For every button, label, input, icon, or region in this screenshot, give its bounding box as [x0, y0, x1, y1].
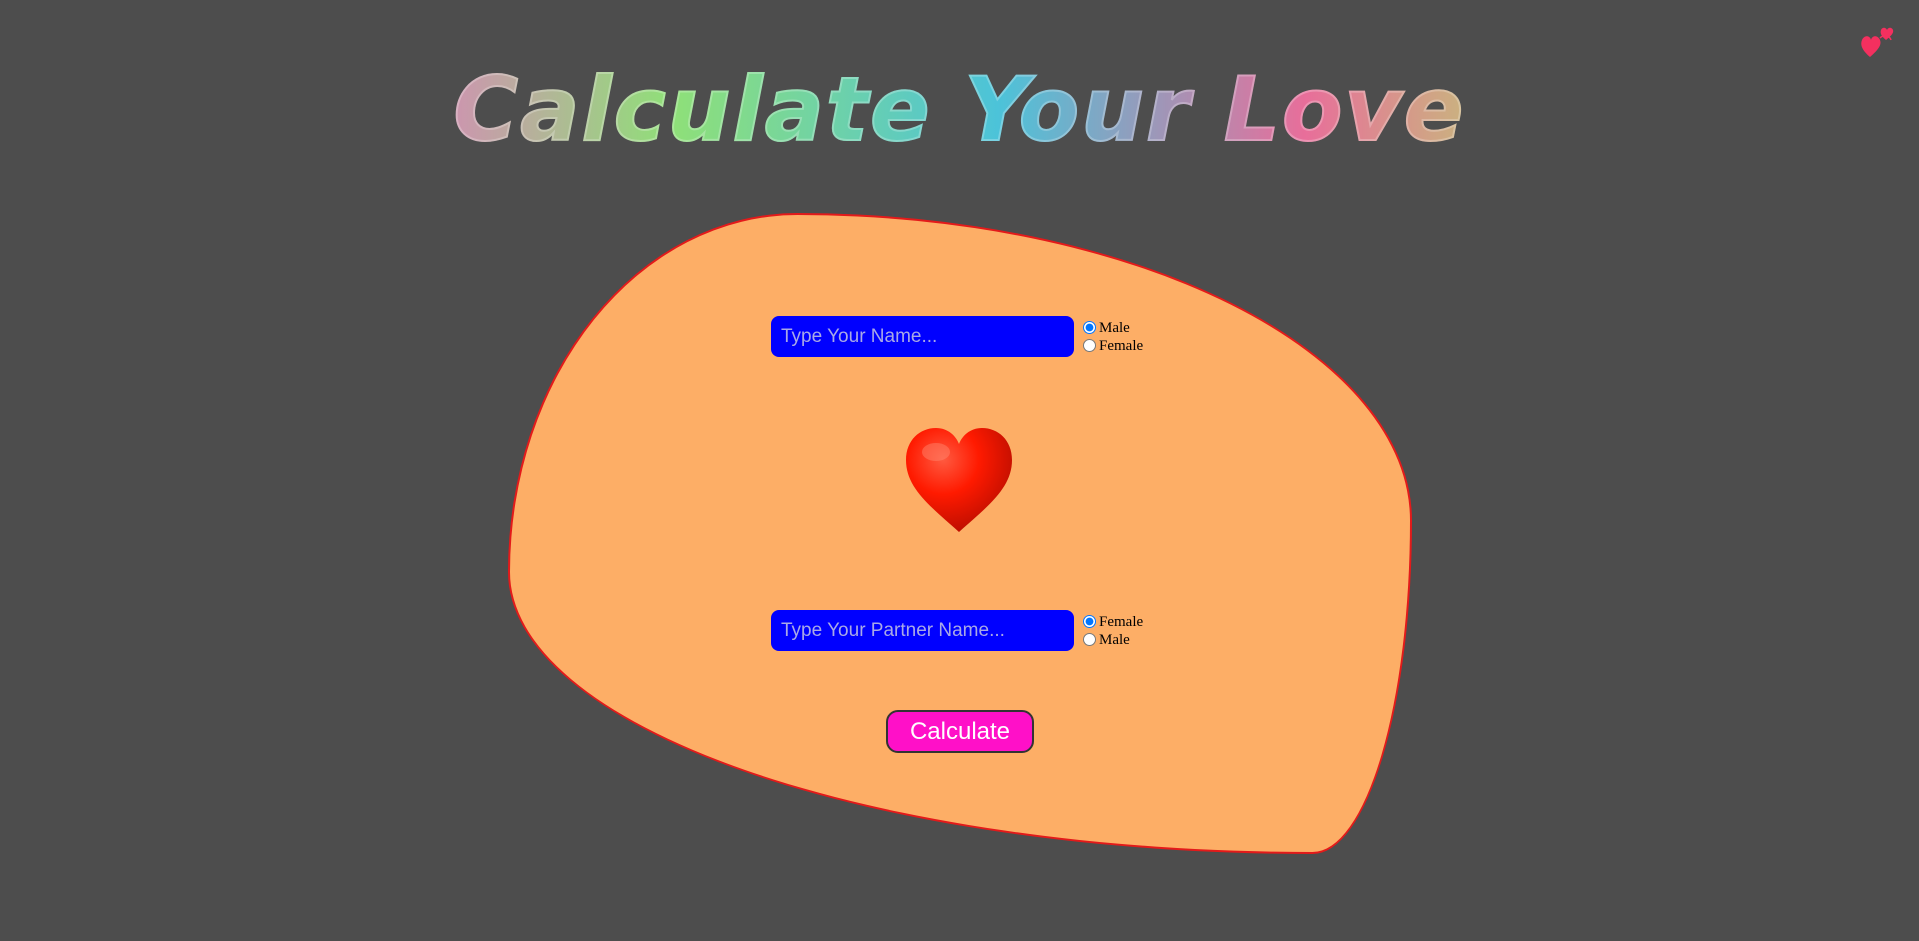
heart-icon [906, 428, 1012, 532]
your-name-input[interactable] [771, 316, 1074, 357]
radio-label: Male [1099, 631, 1130, 648]
your-gender-option-male[interactable]: Male [1083, 319, 1143, 337]
radio-label: Male [1099, 319, 1130, 336]
your-gender-male-radio[interactable] [1083, 321, 1096, 334]
your-gender-group: Male Female [1083, 319, 1143, 355]
hearts-logo-icon [1861, 27, 1894, 57]
partner-gender-male-radio[interactable] [1083, 633, 1096, 646]
partner-gender-option-male[interactable]: Male [1083, 631, 1143, 649]
partner-gender-female-radio[interactable] [1083, 615, 1096, 628]
radio-label: Female [1099, 337, 1144, 354]
page: Calculate Your Love Male Female [0, 0, 1919, 941]
your-gender-option-female[interactable]: Female [1083, 337, 1143, 355]
your-gender-female-radio[interactable] [1083, 339, 1096, 352]
partner-gender-group: Female Male [1083, 613, 1143, 649]
radio-label: Female [1099, 613, 1144, 630]
your-name-row: Male Female [771, 316, 1143, 357]
partner-gender-option-female[interactable]: Female [1083, 613, 1143, 631]
partner-name-input[interactable] [771, 610, 1074, 651]
page-title: Calculate Your Love [0, 60, 1919, 159]
calculate-button[interactable]: Calculate [886, 710, 1034, 753]
partner-name-row: Female Male [771, 610, 1143, 651]
